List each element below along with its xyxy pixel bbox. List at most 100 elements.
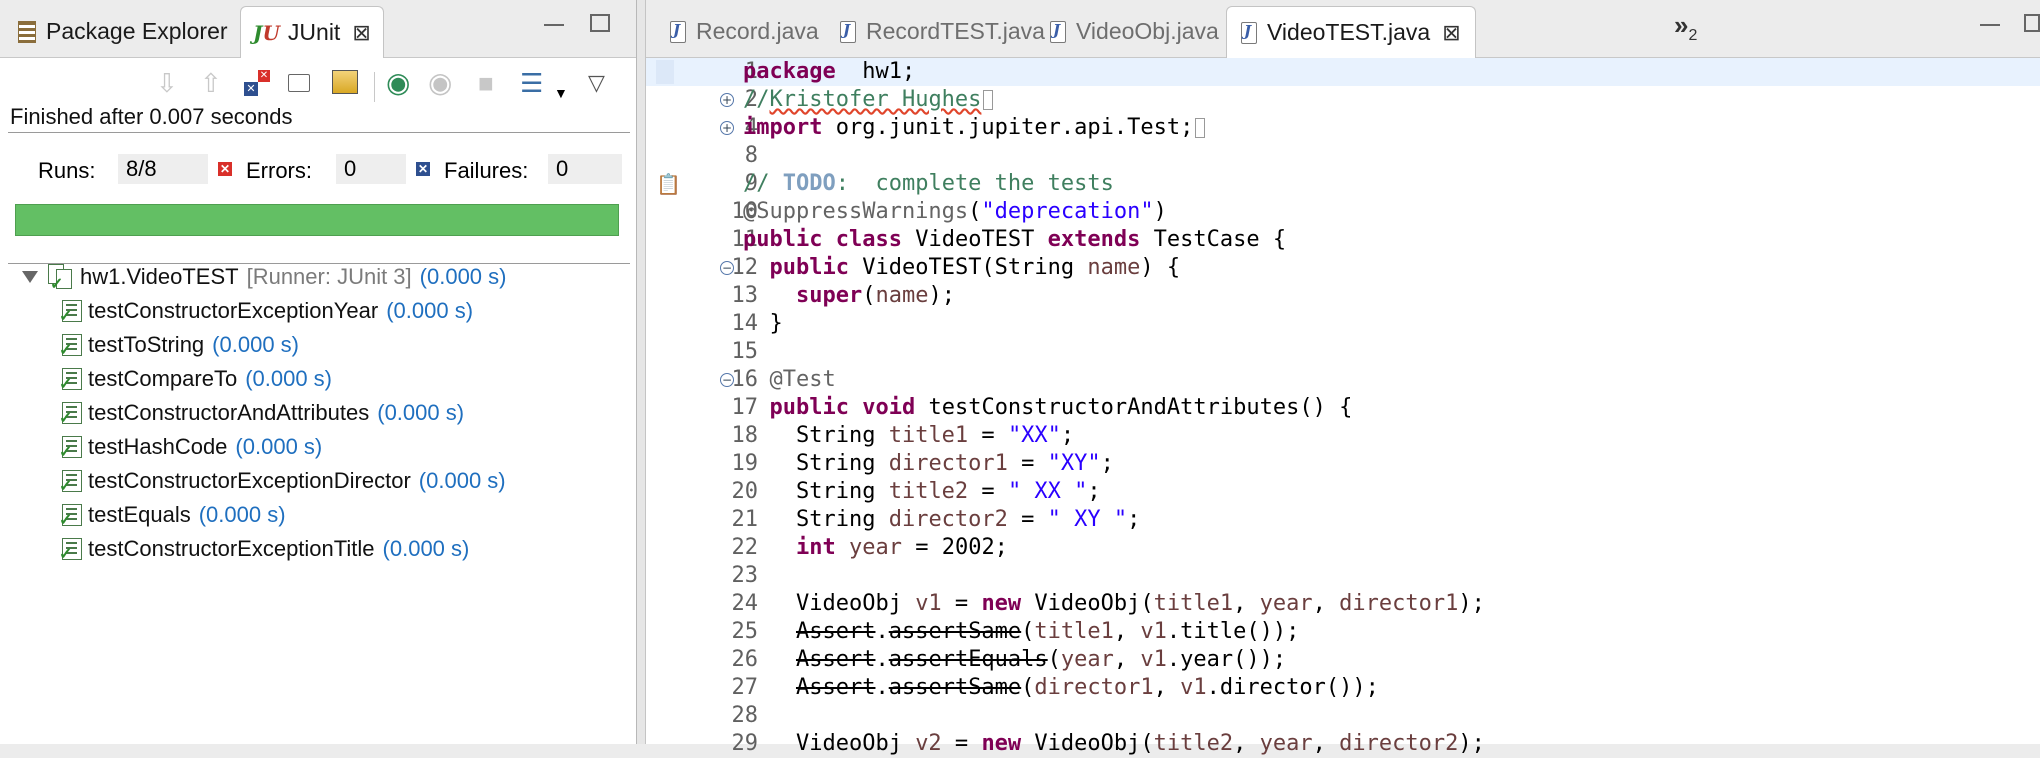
tab-junit[interactable]: JU JUnit ⊠ [240,6,384,58]
suite-time: (0.000 s) [419,264,507,289]
code-token: .title()); [1166,619,1300,644]
collapse-icon[interactable] [22,271,38,283]
code-line: 28 [646,702,2040,730]
folded-region-marker[interactable] [983,90,994,110]
code-token: ; [1060,423,1075,448]
show-failures-only-icon[interactable]: ✕✕ [244,70,270,96]
junit-toolbar: ⇩ ⇧ ✕✕ ◉ ◉ ■ ☰ ▼ ▽ [0,62,636,104]
test-case-row[interactable]: ✓ testToString (0.000 s) [59,330,299,360]
test-case-row[interactable]: ✓ testConstructorExceptionYear (0.000 s) [59,296,473,326]
tab-label: VideoObj.java [1076,18,1219,44]
test-case-row[interactable]: ✓ testConstructorAndAttributes (0.000 s) [59,398,464,428]
code-token: Kristofer Hughes [769,87,982,112]
collapse-fold-icon[interactable]: − [720,373,734,387]
close-icon[interactable]: ⊠ [1442,20,1460,46]
test-run-history-icon[interactable]: ☰ [520,70,543,96]
code-line: 20 String title2 = " XX "; [646,478,2040,506]
stop-icon[interactable]: ■ [478,70,494,96]
code-line: 13 super(name); [646,282,2040,310]
failures-value: 0 [548,154,622,184]
code-line: 25 Assert.assertSame(title1, v1.title())… [646,618,2040,646]
folded-region-marker[interactable] [1195,118,1206,138]
code-token: ) [1153,199,1167,224]
code-token: = [1007,507,1048,532]
code-token: Assert [795,675,876,700]
minimize-icon[interactable] [1980,18,2000,26]
test-case-row[interactable]: ✓ testConstructorExceptionDirector (0.000 … [59,466,506,496]
code-token: assertSame [888,619,1022,644]
code-token: title1 [888,423,969,448]
code-token: "deprecation" [981,199,1154,224]
test-name: testConstructorExceptionYear [88,298,379,323]
code-line: 18 String title1 = "XX"; [646,422,2040,450]
more-tabs-icon[interactable]: »2 [1674,10,1697,45]
java-file-icon: J [1241,21,1257,44]
maximize-icon[interactable] [2024,14,2040,32]
code-token: class [835,227,902,252]
next-failure-icon[interactable]: ⇩ [156,70,178,96]
run-status: Finished after 0.007 seconds [10,104,293,129]
code-token: assertEquals [888,647,1048,672]
code-line: 26 Assert.assertEquals(year, v1.year()); [646,646,2040,674]
code-token: new [981,591,1022,616]
code-token: org.junit.jupiter.api.Test; [822,115,1194,140]
lock-icon[interactable] [332,70,358,98]
line-number: 28 [731,703,759,728]
code-token: "XY" [1047,451,1101,476]
code-text: super(name); [743,282,955,310]
code-token: .director()); [1206,675,1379,700]
code-line: 22 int year = 2002; [646,534,2040,562]
code-token: , [1113,647,1141,672]
editor-tab-videotest[interactable]: J VideoTEST.java ⊠ [1226,6,1476,58]
test-passed-icon: ✓ [59,368,82,393]
view-menu-icon[interactable]: ▽ [588,70,605,96]
test-case-row[interactable]: ✓ testHashCode (0.000 s) [59,432,322,462]
test-suite-row[interactable]: ✓ hw1.VideoTEST [Runner: JUnit 3] (0.000… [22,262,507,293]
code-token: ; [1100,451,1114,476]
code-token: String [743,451,889,476]
test-passed-icon: ✓ [59,300,82,325]
editor-tab-record[interactable]: J Record.java [656,6,833,57]
code-token: public [769,255,849,280]
test-suite-icon: ✓ [48,264,74,293]
sash[interactable] [637,0,646,744]
code-token: year [848,535,902,560]
code-token: name [875,283,929,308]
minimize-icon[interactable] [544,18,564,26]
expand-fold-icon[interactable]: + [720,93,734,107]
code-editor[interactable]: 📋 1 package hw1; 2 +//Kristofer Hughes 4 + imp… [646,58,2040,756]
rerun-failed-first-icon[interactable]: ◉ [428,69,452,97]
code-token: , [1312,591,1340,616]
code-token: } [743,311,783,336]
code-token: VideoObj [743,591,916,616]
test-case-row[interactable]: ✓ testEquals (0.000 s) [59,500,286,530]
code-token: title2 [888,479,969,504]
test-name: testCompareTo [88,366,238,391]
test-passed-icon: ✓ [59,334,82,359]
collapse-fold-icon[interactable]: − [720,261,734,275]
code-token: ( [862,283,876,308]
scroll-lock-icon[interactable] [288,70,310,96]
test-case-row[interactable]: ✓ testCompareTo (0.000 s) [59,364,332,394]
code-text: } [743,310,783,338]
code-line: 8 [646,142,2040,170]
rerun-test-icon[interactable]: ◉ [386,69,410,97]
divider [8,132,630,133]
errors-label: Errors: [246,158,312,183]
java-file-icon: J [840,20,856,43]
test-case-row[interactable]: ✓ testConstructorExceptionTitle (0.000 s) [59,534,469,564]
test-name: testConstructorExceptionTitle [88,536,375,561]
previous-failure-icon[interactable]: ⇧ [200,70,222,96]
test-name: testConstructorAndAttributes [88,400,370,425]
tab-package-explorer[interactable]: Package Explorer [8,6,238,57]
editor-tab-videoobj[interactable]: J VideoObj.java [1036,6,1233,57]
history-dropdown-icon[interactable]: ▼ [554,80,568,106]
editor-tab-recordtest[interactable]: J RecordTEST.java [826,6,1059,57]
close-icon[interactable]: ⊠ [352,20,370,46]
code-line: 29 VideoObj v2 = new VideoObj(title2, ye… [646,730,2040,758]
expand-fold-icon[interactable]: + [720,121,734,135]
maximize-icon[interactable] [590,14,610,32]
